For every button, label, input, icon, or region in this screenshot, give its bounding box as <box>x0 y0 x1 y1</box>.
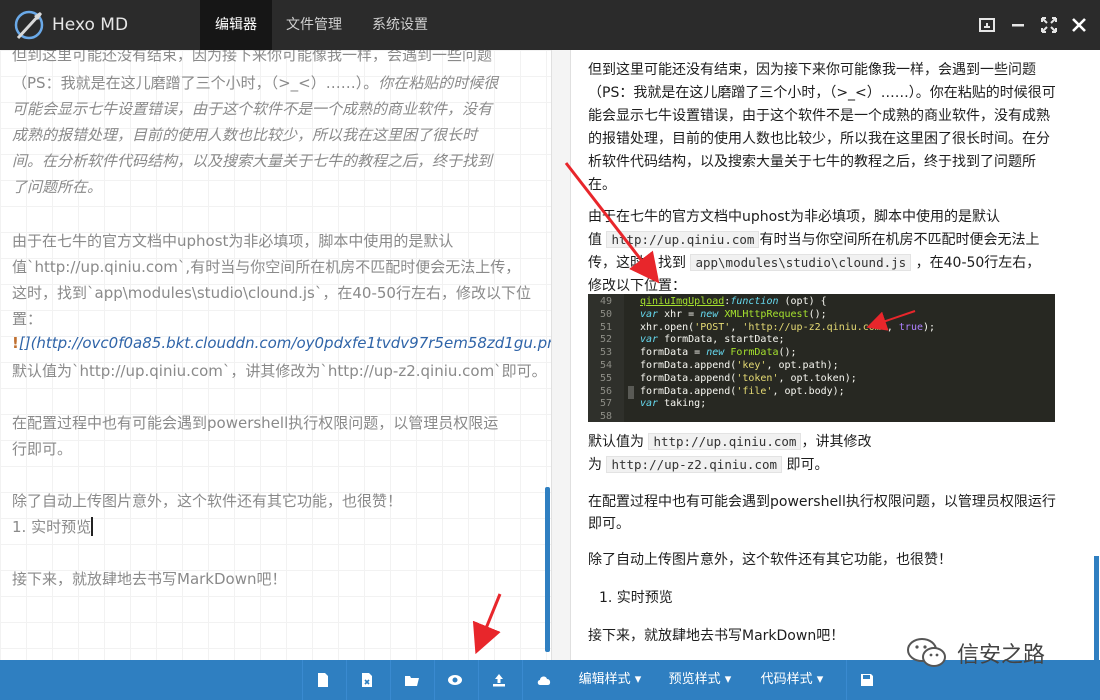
editor-line: 由于在七牛的官方文档中uphost为非必填项，脚本中使用的是默认 <box>12 232 454 250</box>
pane-divider[interactable] <box>551 50 571 660</box>
app-title: Hexo MD <box>52 15 129 35</box>
save-icon <box>861 674 873 686</box>
editor-line: 这时，找到`app\modules\studio\clound.js`，在40-… <box>12 284 531 302</box>
preview-line: 即可。 <box>588 516 630 532</box>
preview-line: （PS：我就是在这儿磨蹭了三个小时，（>_<）……）。你在粘贴的时候很可 <box>588 85 1056 101</box>
code-line-number: 58 <box>599 411 612 422</box>
editor-line: 除了自动上传图片意外，这个软件还有其它功能，也很赞！ <box>12 492 403 510</box>
tab-file-manager[interactable]: 文件管理 <box>272 0 356 50</box>
preview-line: 由于在七牛的官方文档中uphost为非必填项，脚本中使用的是默认 <box>588 209 1000 225</box>
preview-line: 传，这时，找到 app\modules\studio\clound.js ，在4… <box>588 254 1041 271</box>
preview-list-item: 1. 实时预览 <box>599 590 673 606</box>
preview-line: 值 http://up.qiniu.com 有时当与你空间所在机房不匹配时便会无法… <box>588 231 1040 248</box>
editor-image-link: ![](http://ovc0f0a85.bkt.clouddn.com/oy0… <box>12 334 551 352</box>
code-line: var xhr = new XMLHttpRequest(); <box>640 308 827 320</box>
app-logo-icon <box>14 10 44 40</box>
editor-line: 间。在分析软件代码结构，以及搜索大量关于七牛的教程之后，终于找到 <box>12 152 493 170</box>
preview-line: 接下来，就放肆地去书写MarkDown吧！ <box>588 628 845 644</box>
editor-line: 置： <box>12 310 43 328</box>
code-line-number: 50 <box>599 308 612 320</box>
code-style-dropdown[interactable]: 代码样式 ▾ <box>748 660 836 700</box>
top-bar: Hexo MD 编辑器 文件管理 系统设置 <box>0 0 1100 50</box>
markdown-preview: 但到这里可能还没有结束，因为接下来你可能像我一样，会遇到一些问题 （PS：我就是… <box>571 50 1100 660</box>
tab-editor[interactable]: 编辑器 <box>200 0 272 50</box>
save-button[interactable] <box>846 660 886 700</box>
export-file-button[interactable] <box>346 660 386 700</box>
editor-line: 了问题所在。 <box>12 178 103 196</box>
preview-line: 除了自动上传图片意外，这个软件还有其它功能，也很赞！ <box>588 552 952 568</box>
markdown-editor[interactable]: 但到这里可能还没有结束，因为接下来你可能像我一样，会遇到一些问题 （PS：我就是… <box>0 50 551 660</box>
preview-eye-icon <box>448 675 462 685</box>
code-line: formData.append('token', opt.token); <box>640 372 857 384</box>
editor-line: 值`http://up.qiniu.com`,有时当与你空间所在机房不匹配时便会… <box>12 258 521 276</box>
watermark-text: 信安之路 <box>957 643 1046 668</box>
code-line: var taking; <box>640 398 707 410</box>
code-line: qiniuImgUpload:function (opt) { <box>640 296 827 307</box>
editor-line: 但到这里可能还没有结束，因为接下来你可能像我一样，会遇到一些问题 <box>12 50 493 64</box>
editor-line: 接下来，就放肆地去书写MarkDown吧！ <box>12 570 287 588</box>
restore-icon[interactable] <box>977 15 997 35</box>
new-file-button[interactable] <box>302 660 342 700</box>
editor-line: 成熟的报错处理，目前的使用人数也比较少，所以我在这里困了很长时 <box>12 126 478 144</box>
preview-line: 但到这里可能还没有结束，因为接下来你可能像我一样，会遇到一些问题 <box>588 62 1036 78</box>
editor-line: 默认值为`http://up.qiniu.com`，讲其修改为`http://u… <box>12 362 547 380</box>
code-line-number: 57 <box>599 398 612 410</box>
wechat-watermark: 信安之路 <box>905 633 1070 673</box>
code-line: var formData, startDate; <box>640 334 785 346</box>
editor-style-dropdown[interactable]: 编辑样式 ▾ <box>566 660 654 700</box>
code-line-number: 56 <box>599 385 612 397</box>
open-folder-icon <box>405 676 419 686</box>
tab-system-settings[interactable]: 系统设置 <box>356 0 444 50</box>
code-line-number: 54 <box>599 360 612 371</box>
code-line: formData.append('file', opt.body); <box>640 385 845 397</box>
preview-scrollbar[interactable] <box>1094 556 1099 660</box>
upload-image-button[interactable] <box>478 660 518 700</box>
editor-line: 1. 实时预览 <box>12 517 94 536</box>
editor-line: （PS：我就是在这儿磨蹭了三个小时，（>_<）……）。你在粘贴的时候很 <box>12 74 499 92</box>
code-screenshot: 49 qiniuImgUpload:function (opt) { 50 var … <box>588 294 1055 422</box>
code-line-number: 52 <box>599 334 612 346</box>
editor-line: 可能会显示七牛设置错误，由于这个软件不是一个成熟的商业软件，没有 <box>12 100 493 118</box>
code-line-number: 53 <box>599 347 612 359</box>
preview-line: 在配置过程中也有可能会遇到powershell执行权限问题，以管理员权限运行 <box>588 494 1056 510</box>
preview-line: 默认值为 http://up.qiniu.com ，讲其修改 <box>588 433 872 450</box>
preview-line: 析软件代码结构，以及搜索大量关于七牛的教程之后，终于找到了问题所 <box>588 154 1036 170</box>
editor-line: 行即可。 <box>12 440 73 458</box>
minimize-icon[interactable] <box>1008 15 1028 35</box>
code-line: formData = new FormData(); <box>640 347 797 359</box>
preview-line: 的报错处理，目前的使用人数也比较少，所以我在这里困了很长时间。在分 <box>588 131 1050 147</box>
code-line: formData.append('key', opt.path); <box>640 360 839 371</box>
code-line-number: 49 <box>599 296 612 307</box>
editor-scrollbar[interactable] <box>545 487 550 652</box>
cloud-icon <box>537 676 551 685</box>
editor-line: 在配置过程中也有可能会遇到powershell执行权限问题，以管理员权限运 <box>12 414 499 432</box>
export-file-icon <box>362 673 372 687</box>
preview-line: 在。 <box>588 177 616 193</box>
code-line-number: 51 <box>599 321 612 333</box>
new-file-icon <box>318 673 328 687</box>
code-line-number: 55 <box>599 372 612 384</box>
open-folder-button[interactable] <box>390 660 432 700</box>
code-line: xhr.open('POST', 'http://up-z2.qiniu.com… <box>640 321 936 333</box>
fullscreen-icon[interactable] <box>1039 15 1059 35</box>
preview-line: 修改以下位置： <box>588 278 686 294</box>
cloud-sync-button[interactable] <box>522 660 564 700</box>
close-icon[interactable] <box>1069 15 1089 35</box>
code-fold-marker <box>628 386 634 399</box>
preview-line: 能会显示七牛设置错误，由于这个软件不是一个成熟的商业软件，没有成熟 <box>588 108 1050 124</box>
preview-style-dropdown[interactable]: 预览样式 ▾ <box>656 660 744 700</box>
text-caret <box>91 517 94 536</box>
upload-image-icon <box>493 674 505 687</box>
preview-line: 为 http://up-z2.qiniu.com 即可。 <box>588 456 829 473</box>
preview-toggle-button[interactable] <box>434 660 474 700</box>
wechat-icon <box>907 638 946 667</box>
